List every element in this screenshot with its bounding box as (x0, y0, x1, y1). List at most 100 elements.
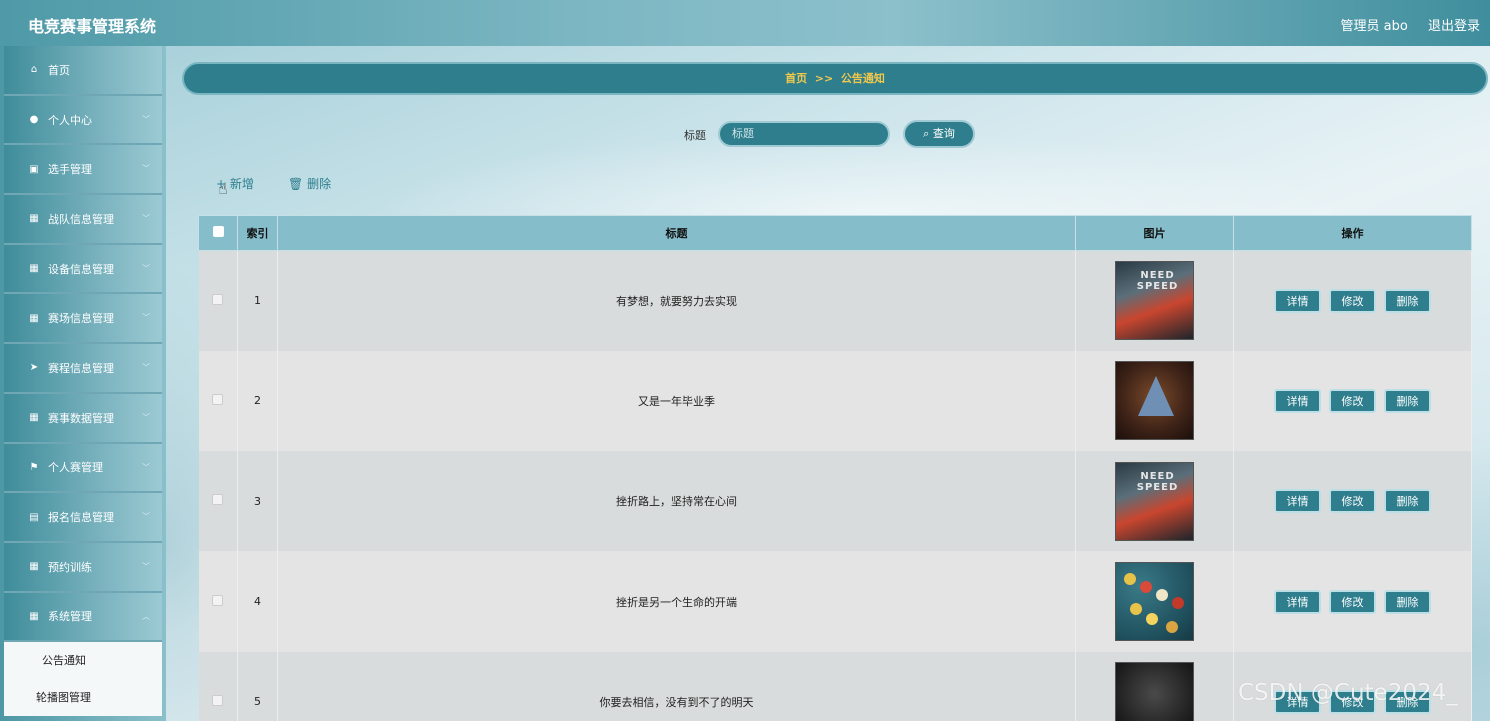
watermark: CSDN @Cute2024_ (1238, 680, 1458, 706)
breadcrumb-current: 公告通知 (840, 72, 885, 85)
breadcrumb: 首页 >> 公告通知 (182, 62, 1488, 95)
row-checkbox[interactable] (212, 293, 224, 305)
sidebar-item-label: 赛场信息管理 (48, 312, 114, 326)
sidebar-item-label: 报名信息管理 (48, 511, 114, 525)
table-row: 4 挫折是另一个生命的开端 详情 修改 删除 (198, 551, 1472, 652)
racing-car-thumbnail: NEED SPEED (1115, 461, 1194, 541)
billiard-balls-thumbnail (1115, 562, 1194, 642)
home-icon: ⌂ (30, 64, 38, 76)
select-all-checkbox[interactable] (212, 226, 224, 237)
sidebar-item-label: 选手管理 (48, 163, 92, 177)
sidebar-item-training[interactable]: ▦ 预约训练 ﹀ (4, 542, 162, 593)
sidebar-item-devices[interactable]: ▦ 设备信息管理 ﹀ (4, 244, 162, 295)
clipboard-icon: ▣ (29, 163, 39, 175)
row-title: 有梦想，就要努力去实现 (277, 250, 1076, 351)
delete-button-label: 删除 (307, 177, 332, 191)
search-input[interactable]: 标题 (718, 121, 890, 147)
trash-icon: 🗑 (288, 177, 304, 191)
sidebar-item-registration[interactable]: ▤ 报名信息管理 ﹀ (4, 493, 162, 543)
sidebar-item-match-data[interactable]: ▦ 赛事数据管理 ﹀ (4, 393, 162, 444)
row-checkbox[interactable] (212, 494, 224, 506)
chevron-down-icon: ﹀ (142, 363, 150, 373)
send-icon: ➤ (29, 362, 39, 374)
sidebar-item-label: 个人赛管理 (48, 461, 103, 475)
edit-button[interactable]: 修改 (1329, 288, 1376, 313)
sidebar-item-personal-center[interactable]: ● 个人中心 ﹀ (4, 95, 162, 146)
add-button-label: 新增 (229, 177, 254, 191)
chevron-down-icon: ﹀ (142, 412, 150, 422)
briefcase-icon: ▤ (29, 511, 39, 523)
edit-button[interactable]: 修改 (1329, 388, 1376, 413)
search-icon: ⌕ (923, 127, 930, 140)
row-index: 5 (237, 651, 278, 721)
search-button-label: 查询 (932, 127, 955, 140)
submenu-item-carousel[interactable]: 轮播图管理 (4, 679, 162, 716)
row-checkbox[interactable] (212, 694, 224, 706)
user-area: 管理员 abo 退出登录 (1325, 15, 1480, 34)
sidebar-item-system[interactable]: ▦ 系统管理 ︿ (4, 592, 162, 643)
sidebar-item-home[interactable]: ⌂ 首页 (4, 46, 162, 96)
row-title: 挫折是另一个生命的开端 (277, 551, 1076, 652)
user-icon: ● (29, 114, 39, 126)
sidebar-item-label: 赛程信息管理 (48, 361, 114, 375)
delete-button[interactable]: 删除 (1384, 388, 1431, 413)
chevron-down-icon: ﹀ (142, 313, 150, 323)
row-checkbox[interactable] (212, 594, 224, 606)
batch-delete-button[interactable]: 🗑 删除 (288, 175, 331, 192)
table-row: 1 有梦想，就要努力去实现 NEED SPEED 详情 修改 删除 (198, 250, 1472, 351)
sidebar-item-players[interactable]: ▣ 选手管理 ﹀ (4, 145, 162, 196)
announcement-table: 索引 标题 图片 操作 1 有梦想，就要努力去实现 NEED SPEED 详情修… (198, 215, 1472, 721)
column-header-image: 图片 (1075, 215, 1234, 251)
search-button[interactable]: ⌕ 查询 (903, 120, 975, 148)
edit-button[interactable]: 修改 (1329, 489, 1376, 514)
submenu-item-announcements[interactable]: 公告通知 (4, 642, 162, 679)
flag-icon: ⚑ (29, 461, 39, 473)
top-bar: 电竞赛事管理系统 管理员 abo 退出登录 (0, 0, 1490, 46)
detail-button[interactable]: 详情 (1274, 589, 1321, 614)
column-header-title: 标题 (277, 215, 1076, 251)
column-header-index: 索引 (237, 215, 278, 251)
sidebar-item-label: 个人中心 (48, 113, 92, 127)
delete-button[interactable]: 删除 (1384, 489, 1431, 514)
dark-object-thumbnail (1115, 662, 1194, 721)
grid-icon: ▦ (29, 412, 39, 424)
detail-button[interactable]: 详情 (1274, 288, 1321, 313)
table-row: 3 挫折路上，坚持常在心间 NEED SPEED 详情 修改 删除 (198, 451, 1472, 552)
main-content: 首页 >> 公告通知 标题 标题 ⌕ 查询 + 新增 🗑 删除 ☝ 索引 标题 … (166, 46, 1490, 721)
chevron-down-icon: ﹀ (142, 462, 150, 472)
table-row: 2 又是一年毕业季 详情 修改 删除 (198, 350, 1472, 452)
sidebar-item-individual-match[interactable]: ⚑ 个人赛管理 ﹀ (4, 443, 162, 494)
sidebar-item-label: 预约训练 (48, 560, 92, 574)
sidebar-item-label: 首页 (48, 63, 70, 77)
edit-button[interactable]: 修改 (1329, 589, 1376, 614)
grid-icon: ▦ (29, 610, 39, 622)
sidebar-item-teams[interactable]: ▦ 战队信息管理 ﹀ (4, 195, 162, 245)
chevron-down-icon: ﹀ (142, 263, 150, 273)
app-title: 电竞赛事管理系统 (28, 17, 157, 36)
grid-icon: ▦ (29, 263, 39, 275)
chevron-up-icon: ︿ (142, 611, 150, 621)
grid-icon: ▦ (29, 213, 39, 225)
admin-user-label[interactable]: 管理员 abo (1341, 19, 1408, 34)
racing-car-thumbnail: NEED SPEED (1115, 261, 1194, 341)
column-header-actions: 操作 (1233, 215, 1472, 251)
grid-icon: ▦ (29, 561, 39, 573)
delete-button[interactable]: 删除 (1384, 589, 1431, 614)
sidebar: ⌂ 首页 ● 个人中心 ﹀ ▣ 选手管理 ﹀ ▦ 战队信息管理 ﹀ ▦ 设备信息… (0, 46, 166, 721)
detail-button[interactable]: 详情 (1274, 388, 1321, 413)
select-all-header[interactable] (198, 215, 238, 251)
table-header-row: 索引 标题 图片 操作 (198, 215, 1472, 251)
row-title: 你要去相信，没有到不了的明天 (277, 651, 1076, 721)
detail-button[interactable]: 详情 (1274, 489, 1321, 514)
logout-link[interactable]: 退出登录 (1428, 19, 1480, 34)
chevron-down-icon: ﹀ (142, 164, 150, 174)
sidebar-item-schedule[interactable]: ➤ 赛程信息管理 ﹀ (4, 344, 162, 394)
row-checkbox[interactable] (212, 393, 224, 405)
chevron-down-icon: ﹀ (142, 512, 150, 522)
chevron-down-icon: ﹀ (142, 561, 150, 571)
row-index: 4 (237, 551, 278, 652)
sidebar-item-venues[interactable]: ▦ 赛场信息管理 ﹀ (4, 294, 162, 345)
breadcrumb-home[interactable]: 首页 (785, 72, 807, 85)
delete-button[interactable]: 删除 (1384, 288, 1431, 313)
search-label: 标题 (684, 129, 706, 142)
